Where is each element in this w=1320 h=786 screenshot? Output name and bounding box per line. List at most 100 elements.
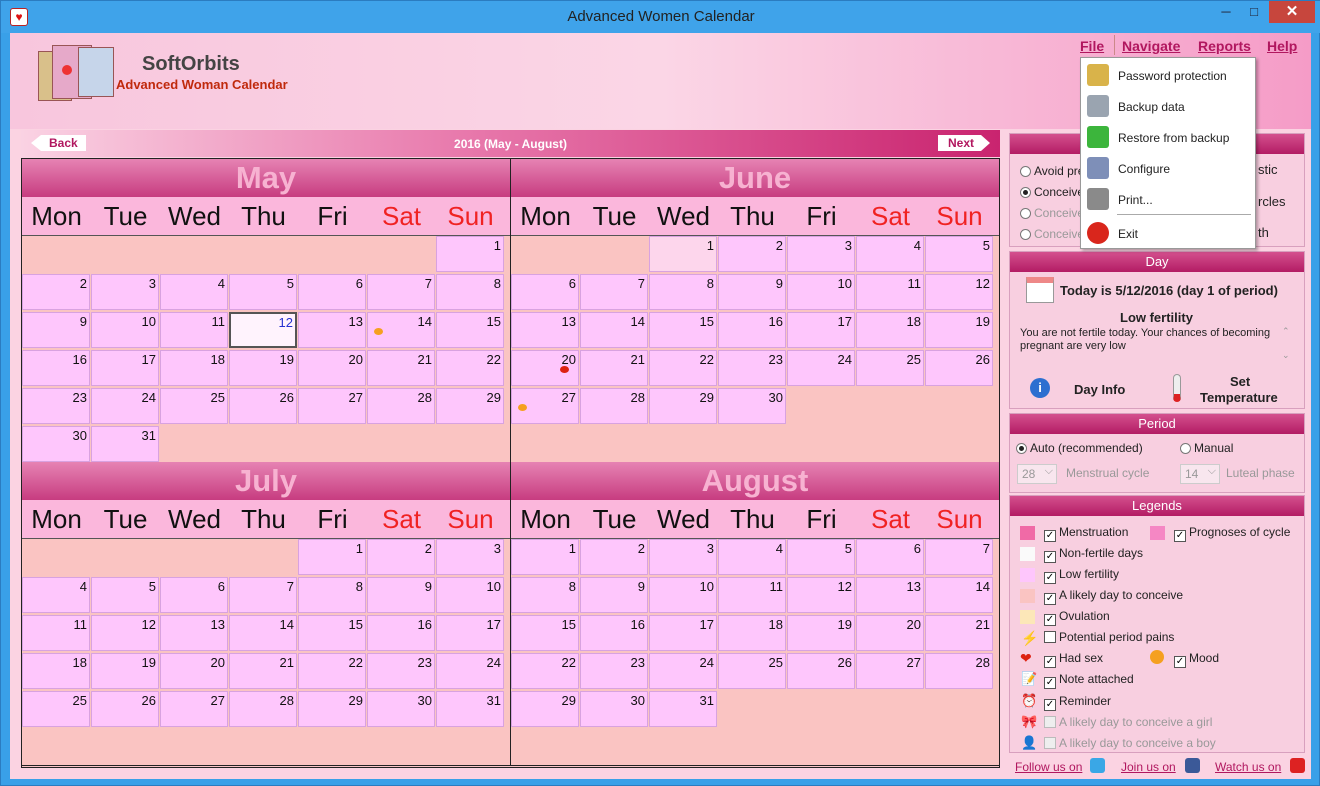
menu-item-password[interactable]: Password protection — [1081, 60, 1255, 90]
day-cell[interactable]: 20 — [298, 350, 366, 386]
day-cell[interactable]: 18 — [160, 350, 228, 386]
day-cell[interactable]: 7 — [925, 539, 993, 575]
day-cell[interactable]: 26 — [925, 350, 993, 386]
day-cell[interactable]: 20 — [160, 653, 228, 689]
day-cell[interactable]: 2 — [580, 539, 648, 575]
day-cell[interactable]: 22 — [436, 350, 504, 386]
menu-item-exit[interactable]: Exit — [1081, 218, 1255, 248]
day-cell[interactable]: 28 — [229, 691, 297, 727]
legend-menstruation[interactable]: ✓ Menstruation — [1044, 525, 1128, 542]
day-cell[interactable]: 4 — [718, 539, 786, 575]
day-cell[interactable]: 5 — [787, 539, 855, 575]
day-cell[interactable]: 11 — [718, 577, 786, 613]
day-cell[interactable]: 6 — [160, 577, 228, 613]
day-cell[interactable]: 31 — [91, 426, 159, 462]
day-cell[interactable]: 13 — [511, 312, 579, 348]
day-cell[interactable]: 12 — [787, 577, 855, 613]
day-cell[interactable]: 3 — [91, 274, 159, 310]
day-cell[interactable]: 19 — [925, 312, 993, 348]
day-cell[interactable]: 6 — [298, 274, 366, 310]
menu-reports[interactable]: Reports — [1198, 38, 1251, 54]
day-cell[interactable]: 15 — [511, 615, 579, 651]
day-cell[interactable]: 24 — [649, 653, 717, 689]
menu-help[interactable]: Help — [1267, 38, 1297, 54]
thermometer-icon[interactable] — [1173, 374, 1181, 402]
day-cell[interactable]: 3 — [787, 236, 855, 272]
day-cell[interactable]: 23 — [718, 350, 786, 386]
day-cell[interactable]: 19 — [91, 653, 159, 689]
day-cell[interactable]: 23 — [367, 653, 435, 689]
day-cell[interactable]: 11 — [160, 312, 228, 348]
legend-lowfertility[interactable]: ✓ Low fertility — [1044, 567, 1119, 584]
day-cell[interactable]: 7 — [580, 274, 648, 310]
day-cell[interactable]: 2 — [22, 274, 90, 310]
day-cell[interactable]: 21 — [367, 350, 435, 386]
day-cell[interactable]: 10 — [91, 312, 159, 348]
day-cell[interactable]: 19 — [229, 350, 297, 386]
day-cell[interactable]: 6 — [856, 539, 924, 575]
close-button[interactable]: ✕ — [1269, 1, 1315, 23]
day-cell[interactable]: 8 — [511, 577, 579, 613]
day-cell[interactable]: 18 — [856, 312, 924, 348]
day-cell[interactable]: 5 — [91, 577, 159, 613]
period-auto-radio[interactable]: Auto (recommended) — [1016, 441, 1143, 455]
day-cell[interactable]: 30 — [367, 691, 435, 727]
day-cell[interactable]: 21 — [229, 653, 297, 689]
day-cell[interactable]: 25 — [22, 691, 90, 727]
follow-link[interactable]: Follow us on — [1015, 760, 1082, 774]
day-cell[interactable]: 12 — [91, 615, 159, 651]
day-cell[interactable]: 17 — [91, 350, 159, 386]
day-cell[interactable]: 28 — [580, 388, 648, 424]
legend-pains[interactable]: Potential period pains — [1044, 630, 1174, 644]
day-cell[interactable]: 1 — [511, 539, 579, 575]
day-cell[interactable]: 14 — [367, 312, 435, 348]
day-cell[interactable]: 7 — [367, 274, 435, 310]
day-cell[interactable]: 25 — [160, 388, 228, 424]
day-cell[interactable]: 25 — [718, 653, 786, 689]
day-cell[interactable]: 2 — [367, 539, 435, 575]
day-cell[interactable]: 4 — [160, 274, 228, 310]
day-cell[interactable]: 30 — [718, 388, 786, 424]
day-cell[interactable]: 14 — [925, 577, 993, 613]
set-temperature-button[interactable]: Temperature — [1200, 390, 1278, 405]
day-cell[interactable]: 29 — [649, 388, 717, 424]
day-cell[interactable]: 5 — [229, 274, 297, 310]
day-cell[interactable]: 22 — [298, 653, 366, 689]
day-cell[interactable]: 31 — [649, 691, 717, 727]
day-cell[interactable]: 17 — [649, 615, 717, 651]
mode-option-conceive-3[interactable]: Conceive — [1020, 227, 1084, 241]
legend-boy[interactable]: A likely day to conceive a boy — [1044, 736, 1216, 750]
legend-girl[interactable]: A likely day to conceive a girl — [1044, 715, 1212, 729]
day-cell[interactable]: 13 — [856, 577, 924, 613]
legend-reminder[interactable]: ✓ Reminder — [1044, 694, 1111, 711]
day-cell[interactable]: 21 — [580, 350, 648, 386]
day-cell[interactable]: 27 — [160, 691, 228, 727]
day-cell[interactable]: 14 — [580, 312, 648, 348]
day-cell[interactable]: 18 — [718, 615, 786, 651]
day-cell[interactable]: 4 — [22, 577, 90, 613]
mode-option-avoid[interactable]: Avoid pre — [1020, 164, 1084, 178]
day-cell[interactable]: 20 — [856, 615, 924, 651]
day-cell[interactable]: 9 — [580, 577, 648, 613]
legend-sex[interactable]: ✓ Had sex — [1044, 651, 1103, 668]
day-cell[interactable]: 27 — [511, 388, 579, 424]
day-cell[interactable]: 31 — [436, 691, 504, 727]
day-cell[interactable]: 13 — [298, 312, 366, 348]
day-cell[interactable]: 18 — [22, 653, 90, 689]
day-cell[interactable]: 28 — [367, 388, 435, 424]
day-cell[interactable]: 22 — [511, 653, 579, 689]
day-cell[interactable]: 23 — [580, 653, 648, 689]
day-cell[interactable]: 10 — [787, 274, 855, 310]
day-cell[interactable]: 5 — [925, 236, 993, 272]
menstrual-cycle-select[interactable]: 28 — [1017, 464, 1057, 484]
menu-item-restore[interactable]: Restore from backup — [1081, 122, 1255, 152]
legend-nonfertile[interactable]: ✓ Non-fertile days — [1044, 546, 1143, 563]
day-cell[interactable]: 27 — [856, 653, 924, 689]
legend-likely[interactable]: ✓ A likely day to conceive — [1044, 588, 1183, 605]
day-cell[interactable]: 15 — [436, 312, 504, 348]
maximize-button[interactable]: □ — [1241, 1, 1267, 23]
day-cell[interactable]: 26 — [229, 388, 297, 424]
day-cell[interactable]: 29 — [298, 691, 366, 727]
day-info-button[interactable]: Day Info — [1074, 382, 1125, 397]
day-cell[interactable]: 24 — [91, 388, 159, 424]
